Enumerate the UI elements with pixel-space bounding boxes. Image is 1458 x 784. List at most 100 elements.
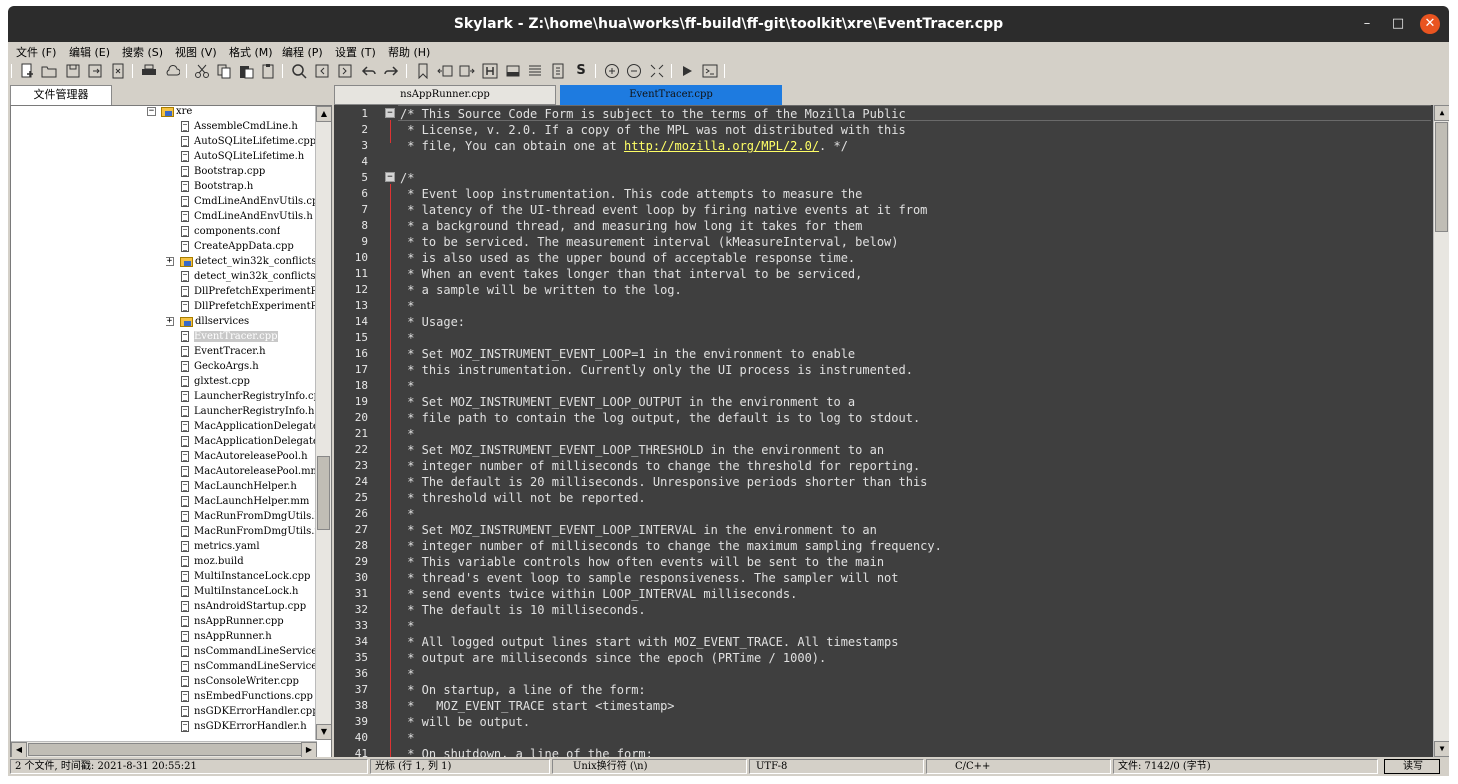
save-as-icon[interactable] bbox=[86, 62, 104, 80]
tree-file-item[interactable]: MacRunFromDmgUtils.h bbox=[167, 509, 321, 524]
document-icon[interactable] bbox=[549, 62, 567, 80]
tree-file-item[interactable]: DllPrefetchExperimentRegistryInfo.cpp bbox=[167, 284, 331, 299]
tree-file-item[interactable]: detect_win32k_conflicts.py bbox=[167, 269, 331, 284]
expand-icon[interactable]: + bbox=[166, 317, 174, 326]
tree-horizontal-scrollbar[interactable]: ◀ ▶ bbox=[11, 741, 317, 757]
status-eol[interactable]: Unix换行符 (\n) bbox=[552, 759, 747, 774]
open-folder-icon[interactable] bbox=[40, 62, 58, 80]
tree-file-item[interactable]: moz.build bbox=[167, 554, 244, 569]
tree-file-item[interactable]: nsConsoleWriter.cpp bbox=[167, 674, 299, 689]
scroll-down-arrow-icon[interactable]: ▼ bbox=[316, 724, 331, 740]
tree-folder-item[interactable]: + detect_win32k_conflicts bbox=[166, 254, 317, 269]
tree-file-item[interactable]: MacLaunchHelper.h bbox=[167, 479, 297, 494]
undo-icon[interactable] bbox=[360, 62, 378, 80]
menu-edit[interactable]: 编辑 (E) bbox=[69, 44, 110, 60]
scroll-thumb[interactable] bbox=[1435, 122, 1448, 232]
search-icon[interactable] bbox=[290, 62, 308, 80]
fullscreen-icon[interactable] bbox=[648, 62, 666, 80]
tree-file-item[interactable]: nsEmbedFunctions.cpp bbox=[167, 689, 313, 704]
scroll-left-arrow-icon[interactable]: ◀ bbox=[11, 742, 27, 757]
tree-file-item[interactable]: MacApplicationDelegate.h bbox=[167, 419, 328, 434]
menu-program[interactable]: 编程 (P) bbox=[282, 44, 323, 60]
scroll-up-arrow-icon[interactable]: ▲ bbox=[1434, 105, 1449, 121]
indent-right-icon[interactable] bbox=[458, 62, 476, 80]
tree-file-item[interactable]: DllPrefetchExperimentRegistryInfo.h bbox=[167, 299, 331, 314]
copy-icon[interactable] bbox=[215, 62, 233, 80]
cloud-icon[interactable] bbox=[163, 62, 181, 80]
zoom-in-icon[interactable] bbox=[603, 62, 621, 80]
tree-file-item[interactable]: glxtest.cpp bbox=[167, 374, 250, 389]
tree-folder-item[interactable]: + dllservices bbox=[166, 314, 249, 329]
collapse-icon[interactable]: − bbox=[147, 107, 156, 116]
tree-vertical-scrollbar[interactable]: ▲ ▼ bbox=[315, 106, 331, 740]
menu-format[interactable]: 格式 (M) bbox=[229, 44, 273, 60]
tree-file-item[interactable]: CmdLineAndEnvUtils.h bbox=[167, 209, 313, 224]
tree-file-item[interactable]: GeckoArgs.h bbox=[167, 359, 259, 374]
tree-file-item[interactable]: nsAppRunner.cpp bbox=[167, 614, 284, 629]
tab-eventtracer[interactable]: EventTracer.cpp bbox=[560, 85, 782, 105]
tree-file-item[interactable]: MacApplicationDelegate.mm bbox=[167, 434, 331, 449]
close-file-icon[interactable] bbox=[109, 62, 127, 80]
tree-file-item[interactable]: Bootstrap.cpp bbox=[167, 164, 265, 179]
find-next-icon[interactable] bbox=[336, 62, 354, 80]
tree-file-item[interactable]: AssembleCmdLine.h bbox=[167, 119, 298, 134]
editor-vertical-scrollbar[interactable]: ▲ ▼ bbox=[1433, 105, 1449, 757]
zoom-out-icon[interactable] bbox=[625, 62, 643, 80]
tree-file-item[interactable]: nsCommandLineServicesMac.cpp bbox=[167, 644, 331, 659]
tree-file-item[interactable]: EventTracer.cpp bbox=[167, 329, 278, 344]
tree-file-item[interactable]: LauncherRegistryInfo.h bbox=[167, 404, 314, 419]
tree-file-item[interactable]: MacAutoreleasePool.h bbox=[167, 449, 308, 464]
s-format-icon[interactable]: S bbox=[572, 62, 590, 80]
fold-toggle-icon[interactable]: − bbox=[385, 108, 395, 118]
status-language[interactable]: C/C++ bbox=[926, 759, 1111, 774]
scroll-down-arrow-icon[interactable]: ▼ bbox=[1434, 741, 1449, 757]
indent-left-icon[interactable] bbox=[436, 62, 454, 80]
tree-file-item[interactable]: MacRunFromDmgUtils.mm bbox=[167, 524, 331, 539]
tree-file-item[interactable]: CmdLineAndEnvUtils.cpp bbox=[167, 194, 325, 209]
tab-file-manager[interactable]: 文件管理器 bbox=[10, 85, 112, 105]
tree-file-item[interactable]: AutoSQLiteLifetime.h bbox=[167, 149, 304, 164]
tree-file-item[interactable]: nsGDKErrorHandler.h bbox=[167, 719, 307, 734]
terminal-icon[interactable] bbox=[701, 62, 719, 80]
tree-file-item[interactable]: MultiInstanceLock.cpp bbox=[167, 569, 310, 584]
status-encoding[interactable]: UTF-8 bbox=[749, 759, 924, 774]
code-editor[interactable]: 1 2 3 4 5 6 7 8 9 10 11 12 13 14 15 16 17 18 19 20 21 22 23 24 2… bbox=[334, 105, 1449, 757]
clipboard-icon[interactable] bbox=[259, 62, 277, 80]
close-button[interactable]: ✕ bbox=[1420, 14, 1440, 34]
bookmark-icon[interactable] bbox=[414, 62, 432, 80]
status-mode[interactable]: 读写 bbox=[1384, 759, 1440, 774]
scroll-up-arrow-icon[interactable]: ▲ bbox=[316, 106, 331, 122]
save-icon[interactable] bbox=[64, 62, 82, 80]
hex-view-icon[interactable] bbox=[481, 62, 499, 80]
tree-file-item[interactable]: MacLaunchHelper.mm bbox=[167, 494, 309, 509]
tree-file-item[interactable]: LauncherRegistryInfo.cpp bbox=[167, 389, 326, 404]
expand-icon[interactable]: + bbox=[166, 257, 174, 266]
list-icon[interactable] bbox=[526, 62, 544, 80]
drive-icon[interactable] bbox=[504, 62, 522, 80]
tree-file-item[interactable]: EventTracer.h bbox=[167, 344, 266, 359]
tree-file-item[interactable]: nsCommandLineServicesMac.h bbox=[167, 659, 331, 674]
maximize-button[interactable]: □ bbox=[1388, 14, 1408, 34]
run-icon[interactable] bbox=[678, 62, 696, 80]
tree-file-item[interactable]: MultiInstanceLock.h bbox=[167, 584, 299, 599]
paste-icon[interactable] bbox=[237, 62, 255, 80]
scroll-right-arrow-icon[interactable]: ▶ bbox=[301, 742, 317, 757]
tree-file-item[interactable]: MacAutoreleasePool.mm bbox=[167, 464, 320, 479]
tab-nsapprunner[interactable]: nsAppRunner.cpp bbox=[334, 85, 556, 105]
license-link[interactable]: http://mozilla.org/MPL/2.0/ bbox=[624, 139, 819, 153]
tree-file-item[interactable]: Bootstrap.h bbox=[167, 179, 253, 194]
minimize-button[interactable]: – bbox=[1357, 14, 1377, 34]
redo-icon[interactable] bbox=[382, 62, 400, 80]
find-previous-icon[interactable] bbox=[313, 62, 331, 80]
tree-file-item[interactable]: nsGDKErrorHandler.cpp bbox=[167, 704, 319, 719]
menu-search[interactable]: 搜索 (S) bbox=[122, 44, 163, 60]
cut-icon[interactable] bbox=[193, 62, 211, 80]
menu-view[interactable]: 视图 (V) bbox=[175, 44, 217, 60]
tree-file-item[interactable]: AutoSQLiteLifetime.cpp bbox=[167, 134, 316, 149]
tree-file-item[interactable]: nsAndroidStartup.cpp bbox=[167, 599, 306, 614]
menu-help[interactable]: 帮助 (H) bbox=[388, 44, 430, 60]
tree-folder-xre[interactable]: − xre bbox=[147, 106, 192, 119]
fold-toggle-icon[interactable]: − bbox=[385, 172, 395, 182]
tree-file-item[interactable]: nsAppRunner.h bbox=[167, 629, 272, 644]
tree-file-item[interactable]: components.conf bbox=[167, 224, 280, 239]
